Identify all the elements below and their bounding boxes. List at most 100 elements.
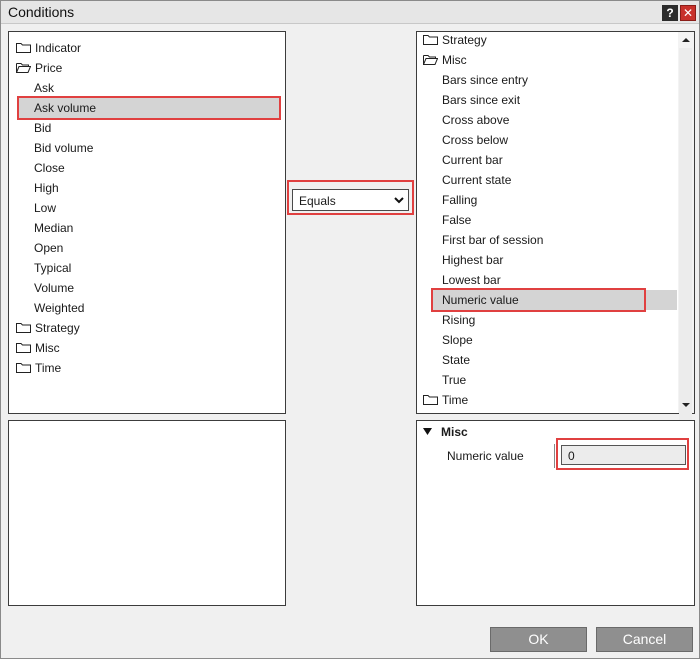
left-tree-item[interactable]: Ask volume [34, 98, 96, 118]
right-tree-label: Highest bar [442, 253, 504, 267]
left-tree-label: Typical [34, 261, 72, 275]
right-tree-item[interactable]: Bars since entry [442, 70, 528, 90]
right-tree-folder[interactable]: Misc [423, 50, 467, 70]
left-tree-item[interactable]: Close [34, 158, 65, 178]
right-tree-item[interactable]: Cross below [442, 130, 508, 150]
right-tree-folder[interactable]: Time [423, 390, 468, 410]
folder-icon [423, 35, 438, 45]
right-tree-label: Slope [442, 333, 473, 347]
left-tree-label: Time [35, 361, 62, 375]
right-tree-label: False [442, 213, 472, 227]
folder-icon [16, 43, 31, 53]
title-bar[interactable]: Conditions ? ✕ [1, 1, 699, 24]
left-tree-label: High [34, 181, 59, 195]
right-tree-item[interactable]: Cross above [442, 110, 509, 130]
left-tree-folder[interactable]: Indicator [16, 38, 81, 58]
right-tree-label: Current state [442, 173, 512, 187]
right-tree-label: Falling [442, 193, 478, 207]
left-tree-folder[interactable]: Strategy [16, 318, 80, 338]
property-divider [554, 444, 555, 468]
right-tree-label: Bars since entry [442, 73, 529, 87]
left-tree-item[interactable]: Open [34, 238, 63, 258]
left-tree-label: Weighted [34, 301, 85, 315]
right-tree-label: Misc [442, 53, 467, 67]
right-tree-label: Bars since exit [442, 93, 521, 107]
right-tree-item[interactable]: Falling [442, 190, 477, 210]
properties-group-header[interactable]: Misc [423, 425, 468, 439]
help-button[interactable]: ? [662, 5, 678, 21]
right-tree-item[interactable]: First bar of session [442, 230, 543, 250]
folder-icon [16, 323, 31, 333]
operator-dropdown[interactable]: Equals [292, 189, 409, 211]
scroll-thumb[interactable] [679, 48, 692, 427]
left-tree-label: Ask volume [34, 101, 97, 115]
left-tree-item[interactable]: Volume [34, 278, 74, 298]
right-tree-item[interactable]: Rising [442, 310, 475, 330]
numeric-value-label: Numeric value [447, 449, 524, 463]
chevron-down-icon [394, 197, 404, 204]
scroll-up-icon[interactable] [681, 35, 691, 45]
left-tree-item[interactable]: Bid [34, 118, 51, 138]
right-tree-label: Cross below [442, 133, 509, 147]
conditions-dialog: Conditions ? ✕ Equals Misc Numeric value… [0, 0, 700, 659]
right-tree-label: Rising [442, 313, 476, 327]
left-tree-label: Open [34, 241, 64, 255]
left-tree-item[interactable]: High [34, 178, 59, 198]
ok-button[interactable]: OK [490, 627, 587, 652]
left-tree-label: Strategy [35, 321, 80, 335]
collapse-triangle-icon[interactable] [423, 427, 432, 436]
left-tree-label: Median [34, 221, 74, 235]
right-tree-label: Current bar [442, 153, 503, 167]
scroll-down-icon[interactable] [681, 400, 691, 410]
left-tree-label: Bid volume [34, 141, 94, 155]
right-tree-label: Cross above [442, 113, 510, 127]
left-tree-label: Indicator [35, 41, 82, 55]
left-tree-item[interactable]: Median [34, 218, 73, 238]
folder-open-icon [423, 55, 438, 65]
right-tree-label: First bar of session [442, 233, 544, 247]
numeric-value-input[interactable]: 0 [561, 445, 686, 465]
folder-icon [423, 395, 438, 405]
folder-icon [16, 343, 31, 353]
right-tree-folder[interactable]: Strategy [423, 30, 487, 50]
left-tree-folder[interactable]: Time [16, 358, 61, 378]
right-tree-item[interactable]: Bars since exit [442, 90, 520, 110]
left-tree-item[interactable]: Typical [34, 258, 71, 278]
close-button[interactable]: ✕ [680, 5, 696, 21]
left-tree-label: Price [35, 61, 63, 75]
right-tree-item[interactable]: Slope [442, 330, 473, 350]
window-title: Conditions [8, 4, 75, 20]
left-tree-label: Volume [34, 281, 75, 295]
left-tree-label: Close [34, 161, 65, 175]
right-tree-item[interactable]: Highest bar [442, 250, 503, 270]
left-tree-folder[interactable]: Misc [16, 338, 60, 358]
right-tree-label: Lowest bar [442, 273, 501, 287]
right-tree-item[interactable]: Current state [442, 170, 511, 190]
folder-icon [16, 363, 31, 373]
left-tree-item[interactable]: Weighted [34, 298, 84, 318]
left-tree-label: Low [34, 201, 57, 215]
left-tree-item[interactable]: Low [34, 198, 56, 218]
right-tree-item[interactable]: Numeric value [442, 290, 519, 310]
right-tree-item[interactable]: True [442, 370, 466, 390]
right-tree-label: Time [442, 393, 469, 407]
cancel-button[interactable]: Cancel [596, 627, 693, 652]
right-tree-item[interactable]: Current bar [442, 150, 503, 170]
left-tree-folder[interactable]: Price [16, 58, 62, 78]
folder-open-icon [16, 63, 31, 73]
left-properties-panel [8, 420, 286, 606]
properties-group-label: Misc [441, 425, 468, 439]
left-tree-item[interactable]: Ask [34, 78, 54, 98]
right-tree-label: State [442, 353, 471, 367]
left-tree-item[interactable]: Bid volume [34, 138, 93, 158]
right-tree-label: True [442, 373, 467, 387]
right-tree-label: Strategy [442, 33, 487, 47]
operator-value: Equals [299, 194, 336, 208]
right-tree-item[interactable]: State [442, 350, 470, 370]
right-tree-scrollbar[interactable] [678, 32, 694, 427]
right-tree-item[interactable]: False [442, 210, 471, 230]
right-tree-label: Numeric value [442, 293, 519, 307]
right-tree-item[interactable]: Lowest bar [442, 270, 501, 290]
left-tree-label: Bid [34, 121, 52, 135]
left-tree-label: Misc [35, 341, 60, 355]
